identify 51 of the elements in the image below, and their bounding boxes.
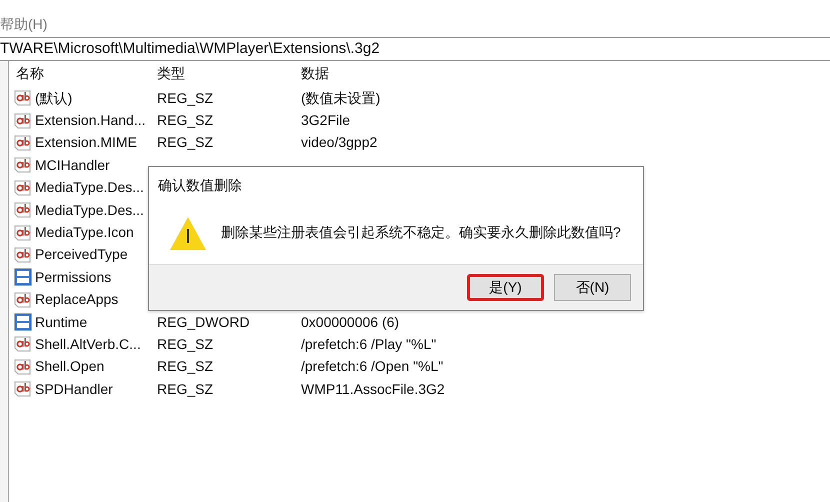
string-value-icon xyxy=(14,112,32,130)
value-data: WMP11.AssocFile.3G2 xyxy=(301,380,445,397)
value-type: REG_SZ xyxy=(157,112,214,128)
dialog-title: 确认数值删除 xyxy=(158,177,242,193)
string-value-icon xyxy=(14,201,32,220)
value-name[interactable]: PerceivedType xyxy=(35,244,128,266)
string-value-icon xyxy=(14,134,32,152)
string-value-icon xyxy=(14,89,32,108)
value-type: REG_SZ xyxy=(157,90,214,106)
value-data: 0x00000006 (6) xyxy=(301,314,400,330)
binary-value-icon xyxy=(14,313,32,332)
value-type: REG_SZ xyxy=(157,336,214,352)
value-type: REG_SZ xyxy=(157,380,214,397)
dialog-button[interactable]: 是(Y) xyxy=(467,274,544,301)
value-name[interactable]: SPDHandler xyxy=(35,378,113,400)
dialog-message: 删除某些注册表值会引起系统不稳定。确实要永久删除此数值吗? xyxy=(221,223,621,242)
string-value-icon xyxy=(14,178,32,197)
column-header[interactable]: 类型 xyxy=(157,64,185,80)
string-value-icon xyxy=(14,358,32,376)
value-name[interactable]: ReplaceApps xyxy=(35,289,118,310)
value-data: /prefetch:6 /Play "%L" xyxy=(301,336,436,352)
value-name[interactable]: MediaType.Des... xyxy=(35,200,144,221)
value-type: REG_DWORD xyxy=(157,314,250,330)
string-value-icon xyxy=(14,156,32,174)
value-type: REG_SZ xyxy=(157,134,214,150)
value-name[interactable]: MediaType.Des... xyxy=(35,177,144,198)
value-name[interactable]: Extension.Hand... xyxy=(35,110,146,132)
value-data: (数值未设置) xyxy=(301,90,380,106)
value-name[interactable]: Extension.MIME xyxy=(35,132,137,154)
menu-item[interactable]: 帮助(H) xyxy=(0,16,48,32)
value-name[interactable]: Shell.Open xyxy=(35,356,104,378)
string-value-icon xyxy=(14,246,32,264)
column-header[interactable]: 数据 xyxy=(301,64,329,80)
string-value-icon xyxy=(14,224,32,242)
string-value-icon xyxy=(14,290,32,309)
dialog-button[interactable]: 否(N) xyxy=(554,274,631,301)
value-data: /prefetch:6 /Open "%L" xyxy=(301,358,444,374)
string-value-icon xyxy=(14,335,32,354)
value-name[interactable]: (默认) xyxy=(35,88,72,109)
value-name[interactable]: Permissions xyxy=(35,266,112,288)
value-name[interactable]: MediaType.Icon xyxy=(35,222,134,244)
value-name[interactable]: Shell.AltVerb.C... xyxy=(35,334,141,355)
value-name[interactable]: Runtime xyxy=(35,312,88,333)
value-data: 3G2File xyxy=(301,112,350,128)
value-data: video/3gpp2 xyxy=(301,134,378,150)
address-path: TWARE\Microsoft\Multimedia\WMPlayer\Extensions\.3g2 xyxy=(0,40,380,57)
binary-value-icon xyxy=(14,268,32,286)
string-value-icon xyxy=(14,380,32,398)
value-type: REG_SZ xyxy=(157,358,214,374)
column-header[interactable]: 名称 xyxy=(16,62,44,84)
value-name[interactable]: MCIHandler xyxy=(35,154,110,176)
